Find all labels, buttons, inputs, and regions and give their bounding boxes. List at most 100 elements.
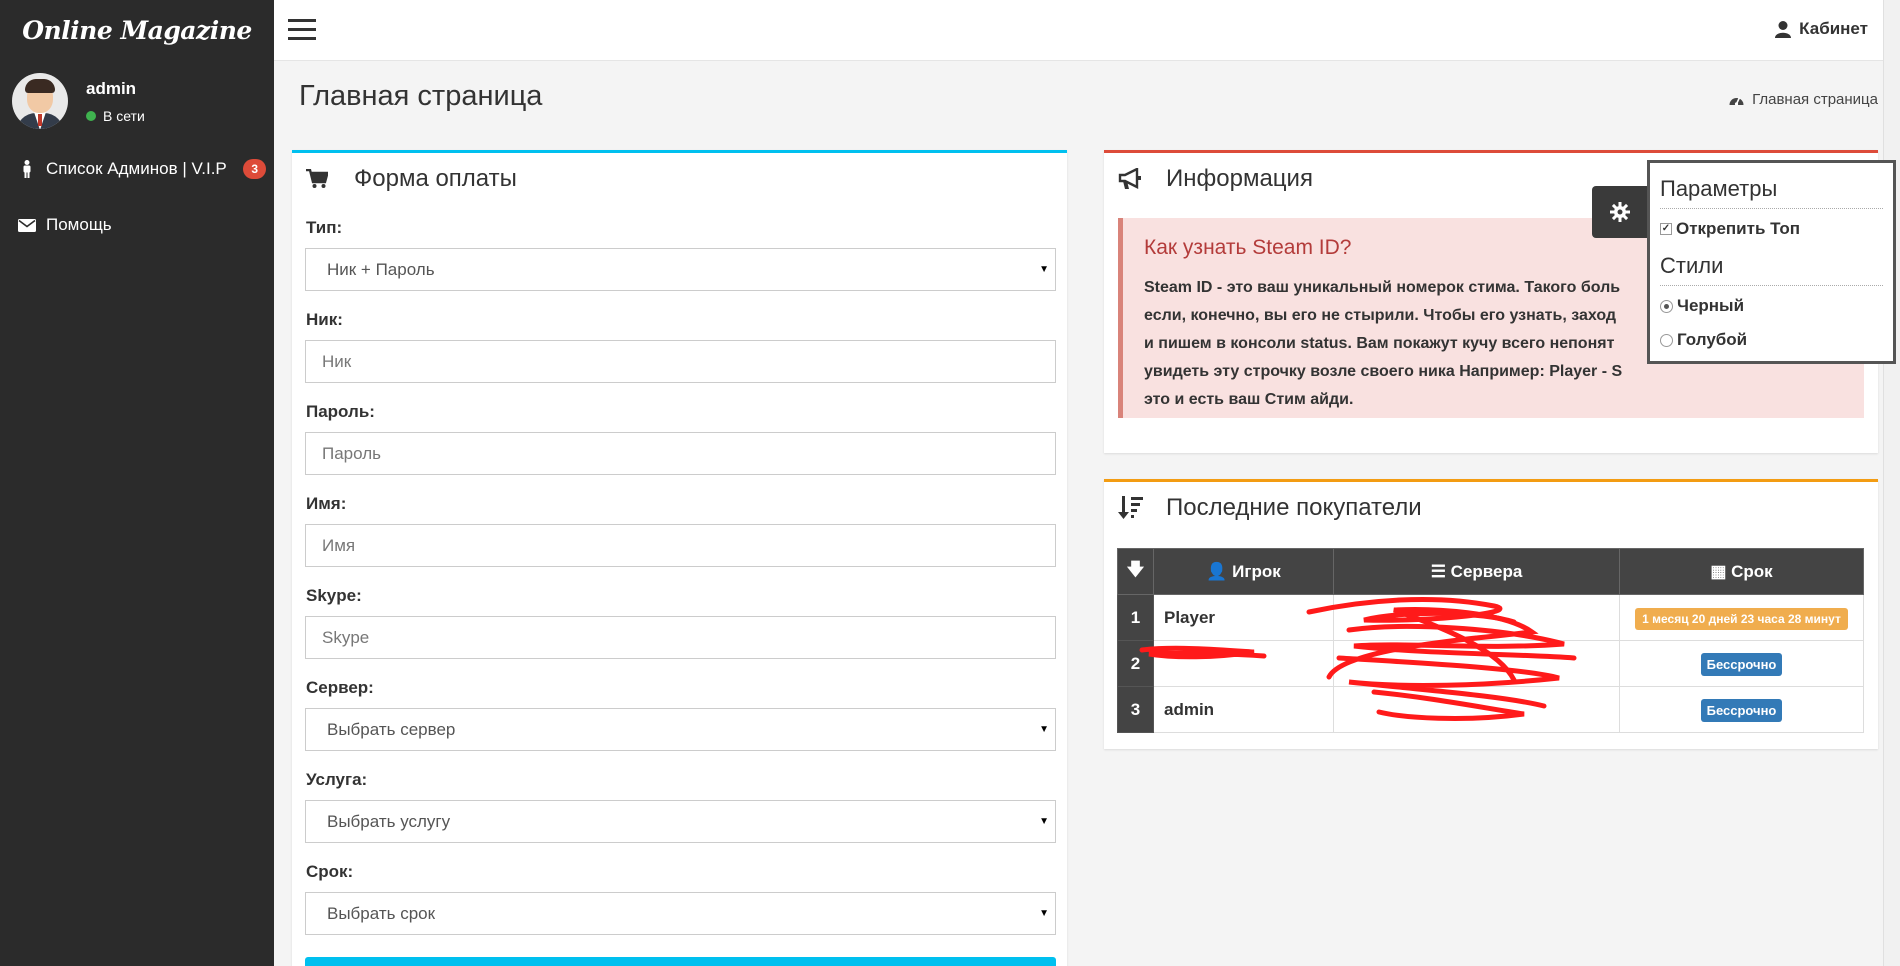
- pin-top-option[interactable]: ✓ Открепить Топ: [1660, 219, 1883, 239]
- server-column-header[interactable]: ☰ Сервера: [1333, 548, 1620, 595]
- sidebar-item-admin-list[interactable]: Список Админов | V.I.P 3: [0, 141, 274, 197]
- service-select[interactable]: Выбрать услугу ▼: [305, 800, 1056, 843]
- caret-down-icon: ▼: [1039, 816, 1049, 827]
- server-select[interactable]: Выбрать сервер ▼: [305, 708, 1056, 751]
- server-cell: [1333, 640, 1620, 687]
- table-row: 2 Бессрочно: [1117, 640, 1864, 687]
- term-select[interactable]: Выбрать срок ▼: [305, 892, 1056, 935]
- caret-down-icon: ▼: [1039, 908, 1049, 919]
- style-blue-radio[interactable]: [1660, 333, 1673, 347]
- brand-logo[interactable]: Online Magazine: [0, 0, 274, 61]
- caret-down-icon: ▼: [1039, 264, 1049, 275]
- styles-heading: Стили: [1660, 253, 1883, 286]
- buyers-header: Последние покупатели: [1104, 482, 1878, 534]
- player-column-header[interactable]: 👤 Игрок: [1153, 548, 1334, 595]
- sort-column-header[interactable]: 🡇: [1117, 548, 1154, 595]
- user-status-label: В сети: [103, 107, 145, 124]
- term-column-header[interactable]: ▦ Срок: [1619, 548, 1864, 595]
- settings-panel: Параметры ✓ Открепить Топ Стили Черный Г…: [1647, 160, 1896, 364]
- sidebar-item-label: Список Админов | V.I.P: [46, 159, 227, 178]
- nick-input[interactable]: Ник: [305, 340, 1056, 383]
- male-icon: [17, 160, 37, 178]
- payment-form-header: Форма оплаты: [292, 153, 1067, 205]
- row-number: 3: [1117, 686, 1154, 733]
- style-black-label: Черный: [1677, 296, 1745, 315]
- gear-icon: [1610, 202, 1630, 222]
- sidebar-item-help[interactable]: Помощь: [0, 197, 274, 253]
- table-row: 1 Player 1 месяц 20 дней 23 часа 28 мину…: [1117, 594, 1864, 641]
- term-select-value: Выбрать срок: [327, 903, 436, 923]
- dashboard-icon: [1729, 97, 1744, 106]
- pin-top-checkbox[interactable]: ✓: [1660, 223, 1672, 235]
- online-dot-icon: [86, 110, 96, 121]
- nick-label: Ник:: [306, 310, 343, 329]
- caret-down-icon: ▼: [1039, 724, 1049, 735]
- name-input[interactable]: Имя: [305, 524, 1056, 567]
- player-column-label: Игрок: [1232, 561, 1281, 581]
- shopping-cart-icon: [306, 169, 336, 189]
- recent-buyers-box: Последние покупатели 🡇 👤 Игрок ☰ Сервера…: [1104, 479, 1878, 749]
- server-cell: [1333, 686, 1620, 733]
- term-badge: 1 месяц 20 дней 23 часа 28 минут: [1635, 607, 1848, 630]
- term-badge: Бессрочно: [1700, 698, 1783, 722]
- user-icon: 👤: [1206, 561, 1228, 581]
- type-select[interactable]: Ник + Пароль ▼: [305, 248, 1056, 291]
- server-cell: [1333, 594, 1620, 641]
- sort-amount-desc-icon: [1118, 496, 1148, 520]
- service-select-value: Выбрать услугу: [327, 811, 451, 831]
- server-select-value: Выбрать сервер: [327, 719, 456, 739]
- pay-submit-button[interactable]: [305, 957, 1056, 966]
- pin-top-label: Открепить Топ: [1676, 219, 1801, 238]
- payment-form-box: Форма оплаты Тип: Ник + Пароль ▼ Ник: Ник…: [292, 150, 1067, 966]
- user-status: В сети: [86, 108, 145, 124]
- menu-toggle-icon[interactable]: [288, 19, 316, 41]
- table-row: 3 admin Бессрочно: [1117, 686, 1864, 733]
- user-name: admin: [86, 78, 137, 98]
- cabinet-link[interactable]: Кабинет: [1775, 19, 1868, 39]
- avatar: [12, 73, 68, 129]
- buyers-title: Последние покупатели: [1166, 494, 1422, 521]
- style-blue-label: Голубой: [1677, 330, 1748, 349]
- nick-placeholder: Ник: [322, 351, 352, 371]
- term-cell: 1 месяц 20 дней 23 часа 28 минут: [1619, 594, 1864, 641]
- skype-label: Skype:: [306, 586, 362, 605]
- password-placeholder: Пароль: [322, 443, 381, 463]
- buyers-table: 🡇 👤 Игрок ☰ Сервера ▦ Срок 1 Player 1 ме…: [1117, 548, 1864, 733]
- user-icon: [1775, 20, 1792, 38]
- breadcrumb-label: Главная страница: [1752, 91, 1878, 108]
- term-badge: Бессрочно: [1700, 652, 1783, 676]
- settings-toggle-button[interactable]: [1592, 186, 1648, 238]
- skype-input[interactable]: Skype: [305, 616, 1056, 659]
- calendar-icon: ▦: [1710, 561, 1727, 581]
- server-label: Сервер:: [306, 678, 374, 697]
- page-title: Главная страница: [299, 80, 543, 112]
- row-number: 1: [1117, 594, 1154, 641]
- sidebar-item-label: Помощь: [46, 215, 112, 234]
- envelope-icon: [17, 218, 37, 232]
- service-label: Услуга:: [306, 770, 368, 789]
- server-column-label: Сервера: [1450, 561, 1523, 581]
- password-input[interactable]: Пароль: [305, 432, 1056, 475]
- type-select-value: Ник + Пароль: [327, 259, 435, 279]
- sidebar: Online Magazine admin В сети Список Адми…: [0, 0, 274, 966]
- page-scrollbar[interactable]: [1883, 0, 1900, 966]
- player-cell: [1153, 640, 1334, 687]
- term-cell: Бессрочно: [1619, 640, 1864, 687]
- skype-placeholder: Skype: [322, 627, 370, 647]
- server-icon: ☰: [1430, 561, 1446, 581]
- top-navbar: Кабинет: [274, 0, 1900, 61]
- term-column-label: Срок: [1731, 561, 1773, 581]
- cabinet-label: Кабинет: [1799, 19, 1868, 38]
- type-label: Тип:: [306, 218, 343, 237]
- admin-count-badge: 3: [243, 159, 266, 179]
- info-title: Информация: [1166, 165, 1313, 192]
- style-black-radio[interactable]: [1660, 299, 1673, 313]
- bullhorn-icon: [1118, 168, 1148, 190]
- player-cell: admin: [1153, 686, 1334, 733]
- name-label: Имя:: [306, 494, 347, 513]
- style-blue-option[interactable]: Голубой: [1660, 330, 1883, 350]
- name-placeholder: Имя: [322, 535, 356, 555]
- breadcrumb[interactable]: Главная страница: [1729, 91, 1878, 108]
- user-panel: admin В сети: [0, 61, 274, 141]
- style-black-option[interactable]: Черный: [1660, 296, 1883, 316]
